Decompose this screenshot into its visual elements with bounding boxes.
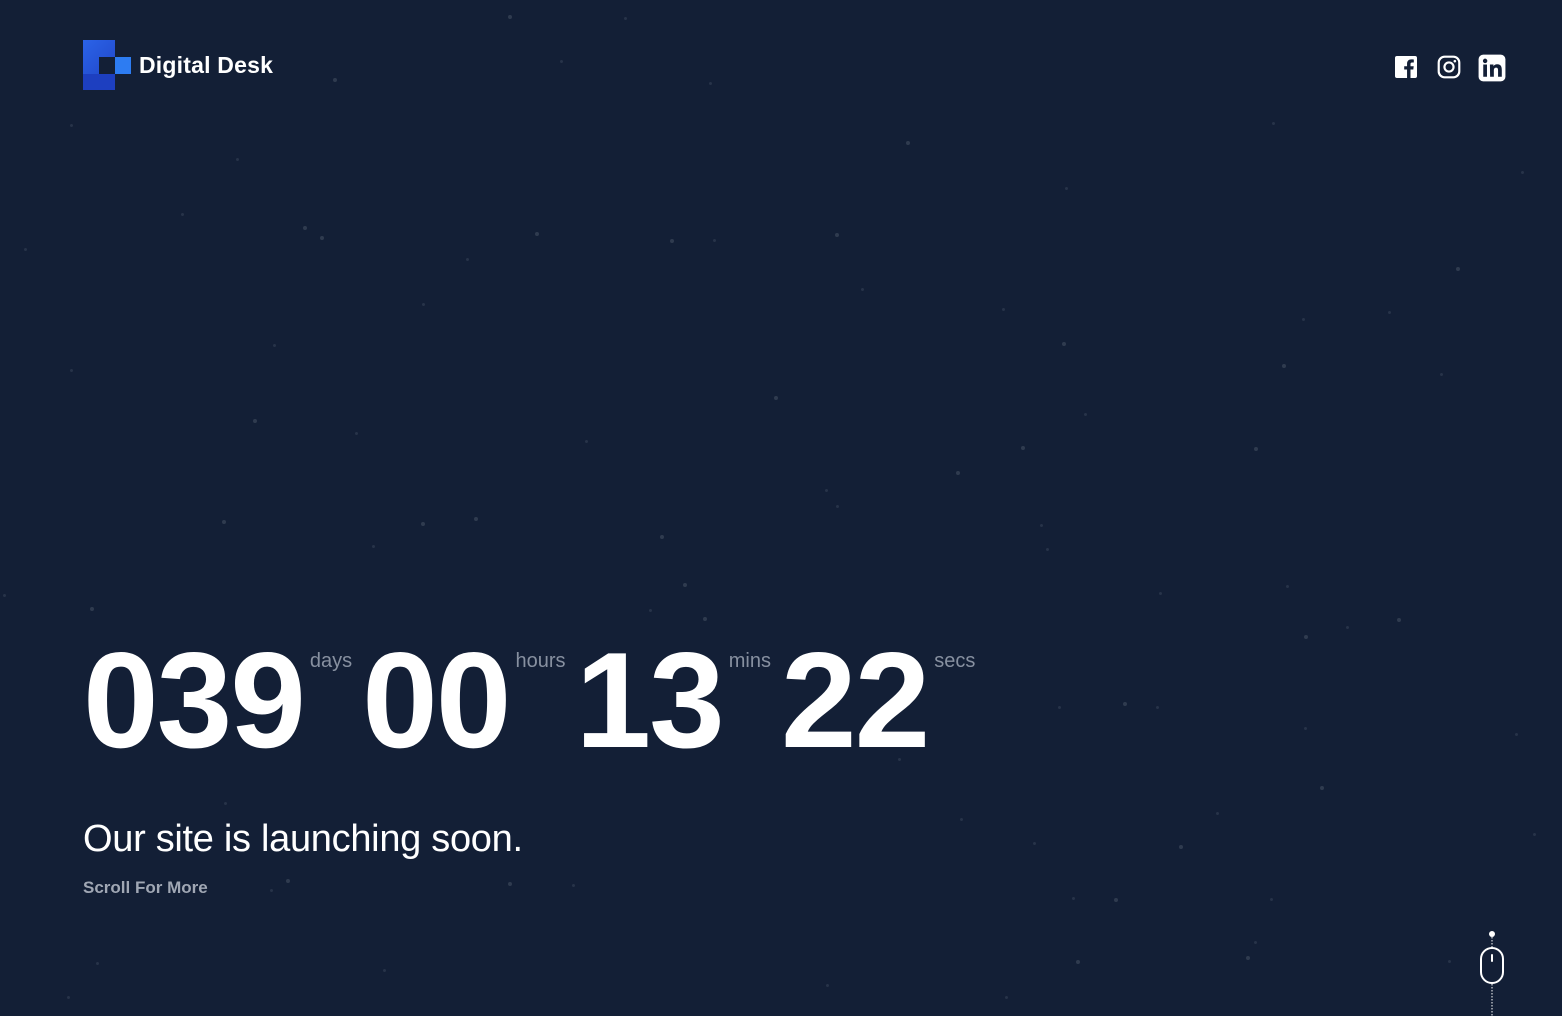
starfield-background [0,0,1562,1016]
secs-label: secs [934,650,976,672]
mouse-scroll-icon [1480,931,1504,1016]
instagram-icon [1437,55,1461,79]
countdown-mins: 13 mins [575,630,771,770]
brand-logo-link[interactable]: Digital Desk [83,40,273,90]
secs-value: 22 [781,624,930,776]
instagram-link[interactable] [1436,53,1462,81]
mins-label: mins [728,650,771,672]
brand-name: Digital Desk [139,51,274,78]
days-value: 039 [83,624,306,776]
hours-value: 00 [362,624,511,776]
mins-value: 13 [575,624,724,776]
countdown-secs: 22 secs [781,630,975,770]
social-links [1394,53,1506,82]
coming-soon-page: Digital Desk 039 days 00 hours 13 mins 2… [0,0,1562,1016]
facebook-link[interactable] [1394,53,1420,81]
countdown-days: 039 days [83,630,352,770]
linkedin-icon [1478,54,1506,82]
scroll-for-more-link[interactable]: Scroll For More [83,878,208,898]
linkedin-link[interactable] [1478,53,1506,82]
launch-tagline: Our site is launching soon. [83,818,523,860]
countdown-timer: 039 days 00 hours 13 mins 22 secs [83,630,985,770]
hours-label: hours [515,650,566,672]
facebook-icon [1395,56,1417,78]
scroll-down-button[interactable] [1478,928,1506,1016]
days-label: days [309,650,353,672]
countdown-hours: 00 hours [362,630,565,770]
digital-desk-logo-icon [83,40,131,90]
